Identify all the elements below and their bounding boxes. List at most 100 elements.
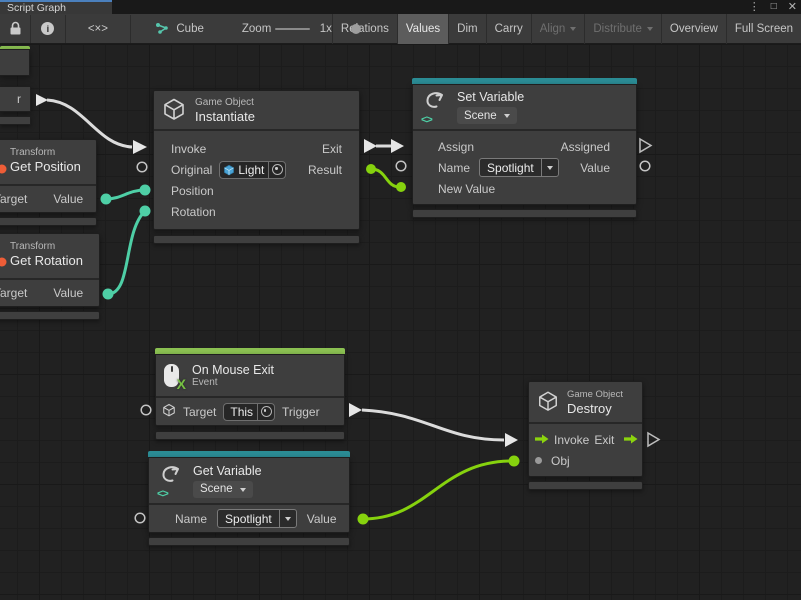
- node-title: Get Position: [10, 159, 88, 174]
- rotation-input-port[interactable]: [140, 206, 151, 217]
- original-object-field[interactable]: Light: [219, 161, 286, 179]
- wire-value-rotation[interactable]: [108, 211, 145, 294]
- value-output-port-setvariable[interactable]: [640, 161, 650, 171]
- name-port-label: Name: [438, 161, 470, 175]
- node-title: On Mouse Exit: [192, 363, 274, 377]
- obj-port-label: Obj: [551, 454, 570, 468]
- value-output-port-getposition[interactable]: [101, 194, 112, 205]
- code-preview-icon[interactable]: <×>: [88, 23, 108, 35]
- variable-scope-dropdown[interactable]: Scene: [457, 107, 517, 124]
- name-input-port-getvariable[interactable]: [135, 513, 145, 523]
- node-destroy[interactable]: Game Object Destroy Invoke Exit: [528, 381, 643, 490]
- invoke-input-port-destroy[interactable]: [505, 433, 518, 447]
- value-port-label: Value: [307, 512, 337, 526]
- zoom-slider[interactable]: [275, 28, 309, 30]
- obj-port-icon: [535, 457, 542, 464]
- newvalue-input-port[interactable]: [396, 182, 406, 192]
- target-port-label: Target: [183, 405, 216, 419]
- variable-scope-dropdown[interactable]: Scene: [193, 481, 253, 498]
- value-output-port-getrotation[interactable]: [103, 289, 114, 300]
- zoom-label: Zoom: [242, 23, 271, 35]
- prefab-icon: [223, 164, 235, 176]
- node-category: Game Object: [567, 389, 623, 400]
- game-object-icon: [162, 403, 176, 420]
- script-graph-window: Script Graph ⋮ □ ✕ i <×> Cube Zoom 1x Re…: [0, 0, 801, 600]
- node-event-fragment-header[interactable]: [0, 46, 30, 76]
- node-on-mouse-exit[interactable]: X On Mouse Exit Event Target: [155, 348, 345, 440]
- fragment-port-label: r: [17, 92, 21, 106]
- name-port-label: Name: [175, 512, 207, 526]
- result-output-port[interactable]: [366, 164, 376, 174]
- node-category: Transform: [10, 241, 91, 252]
- wire-value-position[interactable]: [106, 190, 145, 199]
- chevron-down-icon[interactable]: [279, 510, 296, 527]
- position-port-label: Position: [171, 184, 214, 198]
- tab-script-graph[interactable]: Script Graph: [0, 0, 112, 14]
- target-object-field[interactable]: This: [223, 403, 275, 421]
- values-button[interactable]: Values: [397, 14, 448, 44]
- value-output-port-getvariable[interactable]: [358, 514, 369, 525]
- invoke-port-label: Invoke: [554, 433, 589, 447]
- wire-control-trigger-to-destroy[interactable]: [362, 410, 504, 440]
- exit-port-label: Exit: [594, 433, 614, 447]
- variable-name-dropdown[interactable]: Spotlight: [217, 509, 297, 528]
- node-get-rotation[interactable]: Transform Get Rotation Target Value: [0, 233, 100, 320]
- wire-value-getvariable-to-obj[interactable]: [363, 461, 512, 519]
- zoom-slider-handle[interactable]: [351, 24, 361, 34]
- game-object-icon: [162, 97, 186, 124]
- graph-canvas[interactable]: r Transform Get Position Target Value: [0, 44, 801, 600]
- exit-port-label: Exit: [322, 142, 342, 156]
- object-picker-icon[interactable]: [268, 162, 285, 178]
- window-menu-icon[interactable]: ⋮: [749, 0, 760, 14]
- assign-port-label: Assign: [438, 140, 474, 154]
- trigger-output-port[interactable]: [36, 94, 48, 106]
- fullscreen-button[interactable]: Full Screen: [726, 14, 801, 44]
- node-set-variable[interactable]: <> Set Variable Scene Assign Assigned: [412, 78, 637, 218]
- assigned-output-port[interactable]: [640, 139, 651, 152]
- node-event-fragment-body[interactable]: r: [0, 86, 31, 125]
- original-input-port[interactable]: [137, 162, 147, 172]
- overview-button[interactable]: Overview: [661, 14, 726, 44]
- window-maximize-icon[interactable]: □: [771, 0, 777, 14]
- lock-icon[interactable]: [9, 21, 22, 36]
- node-get-position[interactable]: Transform Get Position Target Value: [0, 139, 97, 226]
- exit-output-port-instantiate[interactable]: [364, 139, 377, 153]
- variable-name-dropdown[interactable]: Spotlight: [479, 158, 559, 177]
- wire-value-result-to-newvalue[interactable]: [371, 169, 400, 187]
- graph-title: Cube: [176, 23, 204, 35]
- obj-input-port-destroy[interactable]: [509, 456, 520, 467]
- graph-toolbar: i <×> Cube Zoom 1x Relations Values Dim …: [0, 14, 801, 44]
- chevron-down-icon: [570, 27, 576, 34]
- original-port-label: Original: [171, 163, 212, 177]
- value-port-label: Value: [580, 161, 610, 175]
- chevron-down-icon[interactable]: [541, 159, 558, 176]
- object-picker-icon[interactable]: [257, 404, 274, 420]
- target-input-port-mouseexit[interactable]: [141, 405, 151, 415]
- invoke-input-port-instantiate[interactable]: [133, 140, 147, 154]
- exit-output-port-destroy[interactable]: [648, 433, 659, 446]
- chevron-down-icon: [504, 114, 510, 121]
- invoke-port-label: Invoke: [171, 142, 206, 156]
- game-object-icon: [537, 390, 559, 415]
- name-input-port-setvariable[interactable]: [396, 161, 406, 171]
- info-icon[interactable]: i: [41, 22, 54, 35]
- distribute-dropdown[interactable]: Distribute: [584, 14, 661, 44]
- assigned-port-label: Assigned: [561, 140, 610, 154]
- flow-arrow-icon: [535, 433, 549, 447]
- relations-button[interactable]: Relations: [332, 14, 397, 44]
- carry-button[interactable]: Carry: [486, 14, 531, 44]
- rotation-port-label: Rotation: [171, 205, 216, 219]
- node-title: Destroy: [567, 401, 623, 416]
- node-get-variable[interactable]: <> Get Variable Scene Name Spotlight: [148, 451, 350, 546]
- position-input-port[interactable]: [140, 185, 151, 196]
- assign-input-port-setvariable[interactable]: [391, 139, 404, 153]
- node-title: Set Variable: [457, 90, 524, 104]
- graph-icon: [155, 22, 170, 35]
- align-dropdown[interactable]: Align: [531, 14, 585, 44]
- target-port-label: Target: [0, 286, 27, 300]
- trigger-output-port-mouseexit[interactable]: [349, 403, 362, 417]
- node-instantiate[interactable]: Game Object Instantiate Invoke Exit Orig…: [153, 90, 360, 244]
- chevron-down-icon: [647, 27, 653, 34]
- window-close-icon[interactable]: ✕: [788, 0, 797, 14]
- dim-button[interactable]: Dim: [448, 14, 485, 44]
